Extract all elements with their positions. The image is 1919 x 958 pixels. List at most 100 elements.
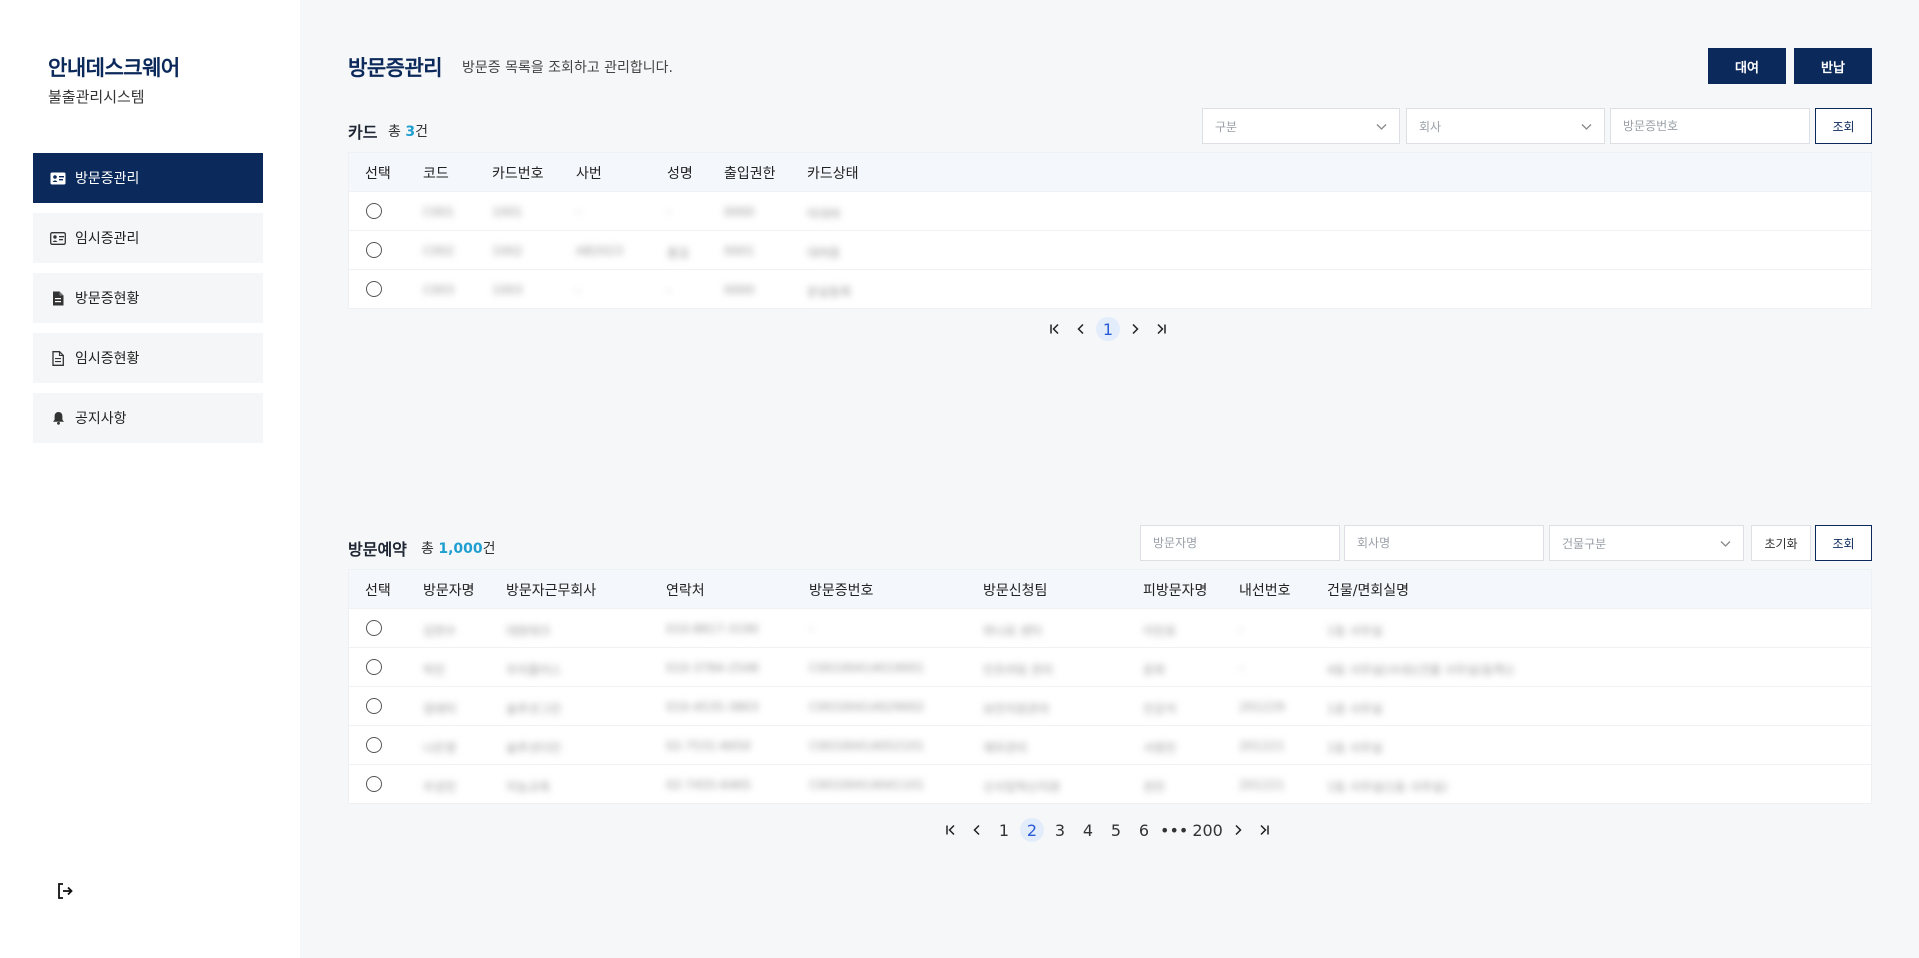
return-button[interactable]: 반납 bbox=[1794, 48, 1872, 84]
next-page-icon[interactable] bbox=[1228, 818, 1248, 842]
visitor-name-field[interactable] bbox=[1140, 525, 1340, 561]
card-number-input[interactable] bbox=[1623, 119, 1809, 133]
table-cell: 우리플러스 bbox=[506, 663, 562, 677]
table-row: C003 1003 - - 0000 분실등록 bbox=[349, 269, 1871, 308]
chevron-down-icon bbox=[1720, 537, 1731, 551]
row-select-radio[interactable] bbox=[366, 203, 382, 219]
row-select-radio[interactable] bbox=[366, 620, 382, 636]
page-number[interactable]: 1 bbox=[992, 818, 1016, 842]
table-cell: - bbox=[809, 622, 814, 636]
table-cell: C00100414041101 bbox=[809, 778, 925, 792]
company-name-input[interactable] bbox=[1357, 536, 1543, 550]
table-cell: 201221 bbox=[1239, 739, 1285, 753]
card-company-select[interactable]: 회사 bbox=[1406, 108, 1605, 144]
card-count-number: 3 bbox=[405, 124, 416, 140]
reservation-count-number: 1,000 bbox=[438, 541, 483, 557]
table-cell: 미대여 bbox=[807, 207, 841, 221]
table-cell: - bbox=[1239, 622, 1244, 636]
sidebar-item-temp-card-management[interactable]: 임시증관리 bbox=[33, 213, 263, 263]
table-cell: 나은영 bbox=[423, 741, 457, 755]
document-filled-icon bbox=[49, 289, 67, 307]
table-cell: 1002 bbox=[492, 244, 523, 258]
card-section-title: 카드 bbox=[348, 123, 378, 142]
id-card-outline-icon bbox=[49, 229, 67, 247]
column-header: 코드 bbox=[423, 166, 449, 182]
card-search-button[interactable]: 조회 bbox=[1815, 108, 1872, 144]
id-card-icon bbox=[49, 169, 67, 187]
column-header: 출입권한 bbox=[724, 166, 776, 182]
prev-page-icon[interactable] bbox=[1071, 317, 1091, 341]
sidebar-item-notice[interactable]: 공지사항 bbox=[33, 393, 263, 443]
row-select-radio[interactable] bbox=[366, 659, 382, 675]
reservation-search-button[interactable]: 조회 bbox=[1815, 525, 1872, 561]
table-cell: 분실등록 bbox=[807, 285, 852, 299]
first-page-icon[interactable] bbox=[941, 818, 961, 842]
column-header: 선택 bbox=[365, 583, 391, 599]
table-cell: 1003 bbox=[492, 283, 523, 297]
table-cell: 1동 사무실 bbox=[1327, 741, 1383, 755]
last-page-icon[interactable] bbox=[1151, 317, 1171, 341]
sidebar-item-label: 방문증현황 bbox=[75, 291, 140, 307]
sidebar-item-visitor-card-status[interactable]: 방문증현황 bbox=[33, 273, 263, 323]
page-number-current[interactable]: 2 bbox=[1020, 818, 1044, 842]
column-header: 카드번호 bbox=[492, 166, 544, 182]
page-number[interactable]: 3 bbox=[1048, 818, 1072, 842]
last-page-icon[interactable] bbox=[1254, 818, 1274, 842]
row-select-radio[interactable] bbox=[366, 698, 382, 714]
bell-icon bbox=[49, 409, 67, 427]
table-cell: 서영진 bbox=[1143, 741, 1177, 755]
table-cell: 권진 bbox=[1143, 780, 1166, 794]
table-cell: 윤희 bbox=[1143, 663, 1166, 677]
column-header: 연락처 bbox=[666, 583, 705, 599]
row-select-radio[interactable] bbox=[366, 776, 382, 792]
logout-icon[interactable] bbox=[56, 882, 76, 902]
card-type-select[interactable]: 구분 bbox=[1202, 108, 1400, 144]
page-number[interactable]: 5 bbox=[1104, 818, 1128, 842]
rent-button[interactable]: 대여 bbox=[1708, 48, 1786, 84]
table-row: 우성민 지능교육 02-7455-6465 C00100414041101 신사… bbox=[349, 764, 1871, 803]
table-cell: 1동 사무실 bbox=[1327, 624, 1383, 638]
column-header: 카드상태 bbox=[807, 166, 859, 182]
page-description: 방문증 목록을 조회하고 관리합니다. bbox=[462, 60, 673, 76]
table-cell: 인프라팀 관리 bbox=[983, 663, 1054, 677]
table-cell: 201229 bbox=[1239, 700, 1285, 714]
row-select-radio[interactable] bbox=[366, 242, 382, 258]
page-number[interactable]: 200 bbox=[1192, 818, 1223, 842]
card-number-field[interactable] bbox=[1610, 108, 1810, 144]
sidebar-item-temp-card-status[interactable]: 임시증현황 bbox=[33, 333, 263, 383]
column-header: 성명 bbox=[667, 166, 693, 182]
table-cell: C001 bbox=[423, 205, 455, 219]
table-row: 나은영 솔루션다인 02-7531-6650 C00100414052101 재… bbox=[349, 725, 1871, 764]
prev-page-icon[interactable] bbox=[967, 818, 987, 842]
table-cell: 솔루션다인 bbox=[506, 741, 562, 755]
reset-button[interactable]: 초기화 bbox=[1751, 525, 1811, 561]
company-name-field[interactable] bbox=[1344, 525, 1544, 561]
table-cell: C00100414029002 bbox=[809, 700, 925, 714]
table-cell: 보안지원관리 bbox=[983, 702, 1050, 716]
table-cell: 우성민 bbox=[423, 780, 457, 794]
column-header: 방문신청팀 bbox=[983, 583, 1048, 599]
page-number-current[interactable]: 1 bbox=[1096, 317, 1120, 341]
column-header: 건물/면회실명 bbox=[1327, 583, 1409, 599]
reservation-count: 총 1,000건 bbox=[421, 541, 496, 557]
row-select-radio[interactable] bbox=[366, 737, 382, 753]
table-cell: C00100414019001 bbox=[809, 661, 925, 675]
table-cell: 010-3784-2548 bbox=[666, 661, 759, 675]
table-cell: 010-4535-3803 bbox=[666, 700, 759, 714]
sidebar-nav: 방문증관리 임시증관리 방문증현황 임시증현황 공지사항 bbox=[33, 153, 263, 453]
sidebar-item-visitor-card-management[interactable]: 방문증관리 bbox=[33, 153, 263, 203]
next-page-icon[interactable] bbox=[1125, 317, 1145, 341]
first-page-icon[interactable] bbox=[1045, 317, 1065, 341]
table-cell: 0001 bbox=[724, 244, 755, 258]
table-cell: - bbox=[667, 205, 672, 219]
page-number[interactable]: 6 bbox=[1132, 818, 1156, 842]
visitor-name-input[interactable] bbox=[1153, 536, 1339, 550]
table-cell: 대원테크 bbox=[506, 624, 551, 638]
table-row: 김현수 대원테크 010-8817-3190 - 하나로 센터 이민호 - 1동… bbox=[349, 608, 1871, 647]
page-number[interactable]: 4 bbox=[1076, 818, 1100, 842]
table-cell: 김현수 bbox=[423, 624, 457, 638]
document-outline-icon bbox=[49, 349, 67, 367]
building-select[interactable]: 건물구분 bbox=[1549, 525, 1744, 561]
table-cell: 010-8817-3190 bbox=[666, 622, 759, 636]
row-select-radio[interactable] bbox=[366, 281, 382, 297]
